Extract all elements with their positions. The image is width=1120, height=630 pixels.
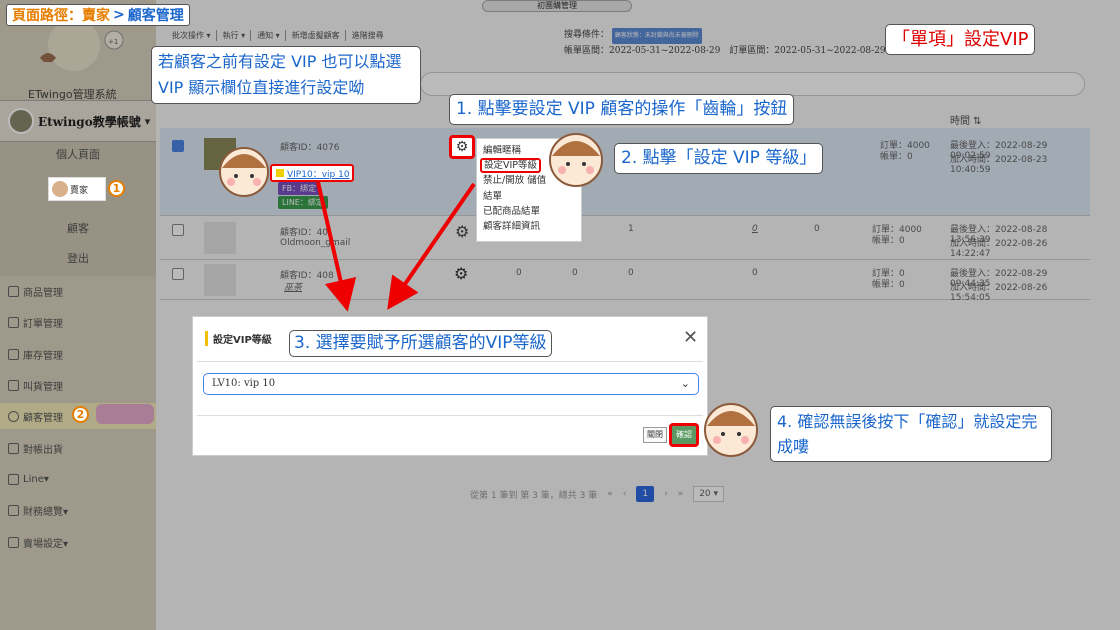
step3-callout: 3. 選擇要賦予所選顧客的VIP等級 — [289, 330, 552, 357]
arrow-to-modal-1 — [316, 181, 357, 312]
mascot-icon — [704, 403, 758, 457]
arrow-to-modal-2 — [387, 182, 476, 310]
page-title-callout: 「單項」設定VIP — [885, 24, 1036, 55]
breadcrumb-prefix: 頁面路徑：賣家 — [12, 8, 110, 24]
avatar — [52, 181, 68, 197]
step-badge-2: 2 — [72, 406, 89, 423]
seller-tip: 賣家 — [48, 177, 106, 201]
step1-callout: 1. 點擊要設定 VIP 顧客的操作「齒輪」按鈕 — [449, 94, 795, 125]
seller-label: 賣家 — [70, 185, 89, 196]
breadcrumb-separator: > — [113, 7, 125, 23]
app: +1 ETwingo管理系統 Etwingo教學帳號 ▾ 個人頁面 顧客 登出 … — [0, 0, 1120, 630]
breadcrumb-current: 顧客管理 — [127, 8, 184, 24]
step4-callout: 4. 確認無誤後按下「確認」就設定完成嘍 — [770, 406, 1052, 462]
step-number: 2 — [72, 406, 89, 423]
mascot-icon — [549, 133, 603, 187]
mascot-icon — [219, 147, 269, 197]
breadcrumb: 頁面路徑：賣家 > 顧客管理 — [6, 4, 190, 26]
tip-callout: 若顧客之前有設定 VIP 也可以點選 VIP 顯示欄位直接進行設定呦 — [151, 46, 421, 104]
step2-callout: 2. 點擊「設定 VIP 等級」 — [614, 143, 824, 174]
step-number: 1 — [108, 180, 125, 197]
step-badge-1: 1 — [108, 180, 125, 197]
